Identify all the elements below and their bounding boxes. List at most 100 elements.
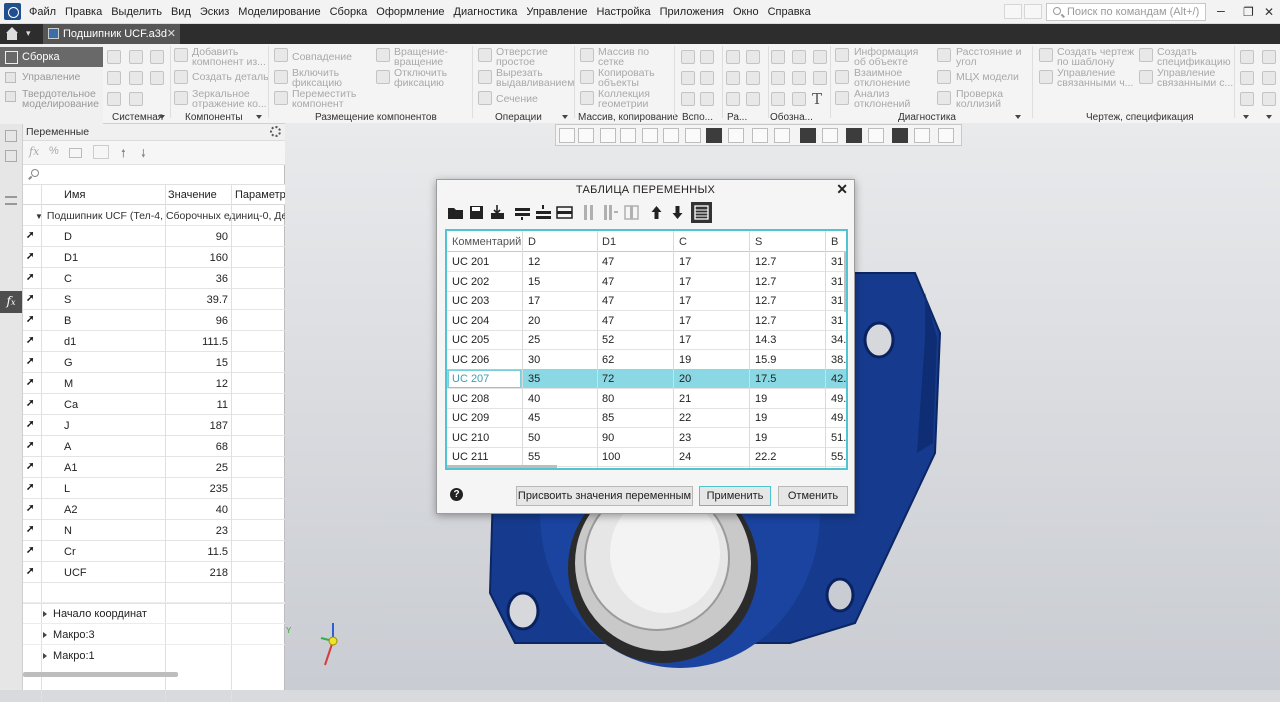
- table-cell[interactable]: UC 205: [452, 334, 489, 346]
- table-cell[interactable]: 40: [528, 393, 540, 405]
- delete-row-icon[interactable]: [556, 204, 573, 221]
- insert-row-above-icon[interactable]: [514, 204, 531, 221]
- table-cell[interactable]: 14.3: [755, 334, 776, 346]
- export-icon[interactable]: [489, 204, 506, 221]
- table-cell[interactable]: 52: [602, 334, 614, 346]
- layers-view-icon[interactable]: [822, 128, 838, 143]
- paste-icon[interactable]: [150, 71, 164, 85]
- chevron-down-icon[interactable]: [1015, 115, 1021, 119]
- menu-window[interactable]: Окно: [733, 6, 759, 18]
- manage-linked-specs-button[interactable]: Управление связанными с...: [1157, 68, 1233, 89]
- dimension-display-icon[interactable]: [800, 128, 816, 143]
- function-icon[interactable]: fx: [29, 145, 39, 158]
- col-name-header[interactable]: Имя: [64, 189, 85, 201]
- variable-row[interactable]: ➚ Ca 11: [23, 394, 285, 415]
- undo-icon[interactable]: [107, 92, 121, 106]
- radius-icon[interactable]: [726, 71, 740, 85]
- table-row[interactable]: UC 203 17 47 17 12.7 31: [447, 291, 846, 311]
- variable-row[interactable]: ➚ A 68: [23, 436, 285, 457]
- object-info-icon[interactable]: [835, 48, 849, 62]
- redo-icon[interactable]: [129, 92, 143, 106]
- move-component-icon[interactable]: [274, 91, 288, 105]
- menu-assembly[interactable]: Сборка: [330, 6, 368, 18]
- menu-drafting[interactable]: Оформление: [376, 6, 444, 18]
- variable-value[interactable]: 11: [165, 399, 228, 411]
- move-component-button[interactable]: Переместить компонент: [292, 89, 356, 110]
- move-down-icon[interactable]: [669, 204, 686, 221]
- menu-management[interactable]: Управление: [526, 6, 587, 18]
- variable-row[interactable]: ➚ A2 40: [23, 499, 285, 520]
- rotate-icon[interactable]: [642, 128, 658, 143]
- properties-icon[interactable]: [5, 150, 17, 162]
- tree-item-macro-3[interactable]: Макро:3: [23, 623, 285, 644]
- open-icon[interactable]: [129, 50, 143, 64]
- table-cell[interactable]: 20: [679, 373, 691, 385]
- variable-row[interactable]: ➚ C 36: [23, 268, 285, 289]
- table-cell[interactable]: UC 203: [452, 295, 489, 307]
- col-b-header[interactable]: B: [831, 236, 838, 248]
- section-icon[interactable]: [478, 91, 492, 105]
- datum-icon[interactable]: [813, 50, 827, 64]
- variable-row[interactable]: ➚ S 39.7: [23, 289, 285, 310]
- table-cell[interactable]: 51.6: [831, 432, 846, 444]
- mode-management[interactable]: Управление: [22, 72, 80, 83]
- cut-extrude-icon[interactable]: [478, 70, 492, 84]
- table-cell[interactable]: 31: [831, 315, 843, 327]
- menu-view[interactable]: Вид: [171, 6, 191, 18]
- vertical-scrollbar[interactable]: [844, 252, 846, 312]
- disable-fixation-button[interactable]: Отключить фиксацию: [394, 68, 447, 89]
- delete-column-icon[interactable]: [623, 204, 640, 221]
- selection-filter-icon[interactable]: [914, 128, 930, 143]
- tree-view-icon[interactable]: [93, 145, 109, 159]
- chevron-down-icon[interactable]: [1243, 115, 1249, 119]
- linear-dimension-icon[interactable]: [726, 92, 740, 106]
- pan-icon[interactable]: [620, 128, 636, 143]
- table-cell[interactable]: 49.2: [831, 393, 846, 405]
- create-part-icon[interactable]: [174, 70, 188, 84]
- table-row[interactable]: UC 205 25 52 17 14.3 34.1: [447, 330, 846, 350]
- shaded-view-icon[interactable]: [706, 128, 722, 143]
- aux-surface-icon[interactable]: [700, 92, 714, 106]
- manage-linked-specs-icon[interactable]: [1139, 70, 1153, 84]
- col-s-header[interactable]: S: [755, 236, 762, 248]
- distance-angle-button[interactable]: Расстояние и угол: [956, 47, 1022, 68]
- deviation-analysis-button[interactable]: Анализ отклонений: [854, 89, 910, 110]
- table-cell[interactable]: 17: [679, 315, 691, 327]
- horizontal-scrollbar[interactable]: [23, 672, 178, 677]
- table-cell[interactable]: UC 201: [452, 256, 489, 268]
- dimension-icon[interactable]: [726, 50, 740, 64]
- mass-inertia-icon[interactable]: [937, 70, 951, 84]
- distance-angle-icon[interactable]: [937, 48, 951, 62]
- axis-icon[interactable]: [663, 128, 679, 143]
- app-logo-icon[interactable]: [4, 3, 21, 20]
- menu-help[interactable]: Справка: [768, 6, 811, 18]
- weld-icon[interactable]: [771, 71, 785, 85]
- variable-row[interactable]: ➚ D 90: [23, 226, 285, 247]
- table-row[interactable]: UC 202 15 47 17 12.7 31: [447, 272, 846, 292]
- horizontal-scrollbar[interactable]: [447, 465, 557, 468]
- menu-modeling[interactable]: Моделирование: [238, 6, 320, 18]
- variables-search-input[interactable]: [23, 165, 285, 185]
- table-row[interactable]: UC 204 20 47 17 12.7 31: [447, 311, 846, 331]
- table-cell[interactable]: 12.7: [755, 315, 776, 327]
- disable-fixation-icon[interactable]: [376, 70, 390, 84]
- table-cell[interactable]: UC 202: [452, 276, 489, 288]
- menu-select[interactable]: Выделить: [111, 6, 162, 18]
- layout-toggle-icon[interactable]: [1024, 4, 1042, 19]
- table-cell[interactable]: 23: [679, 432, 691, 444]
- chevron-down-icon[interactable]: [562, 115, 568, 119]
- col-c-header[interactable]: C: [679, 236, 687, 248]
- table-cell[interactable]: 19: [755, 412, 767, 424]
- variable-row[interactable]: ➚ M 12: [23, 373, 285, 394]
- table-cell[interactable]: 72: [602, 373, 614, 385]
- menu-applications[interactable]: Приложения: [660, 6, 724, 18]
- table-cell[interactable]: 22.2: [755, 451, 776, 463]
- table-cell[interactable]: UC 204: [452, 315, 489, 327]
- aux-curve-icon[interactable]: [681, 92, 695, 106]
- table-cell[interactable]: 12.7: [755, 256, 776, 268]
- table-row[interactable]: UC 201 12 47 17 12.7 31: [447, 252, 846, 272]
- aux-plane-icon[interactable]: [681, 50, 695, 64]
- table-cell[interactable]: 100: [602, 451, 620, 463]
- insert-column-icon[interactable]: [581, 204, 598, 221]
- variable-value[interactable]: 15: [165, 357, 228, 369]
